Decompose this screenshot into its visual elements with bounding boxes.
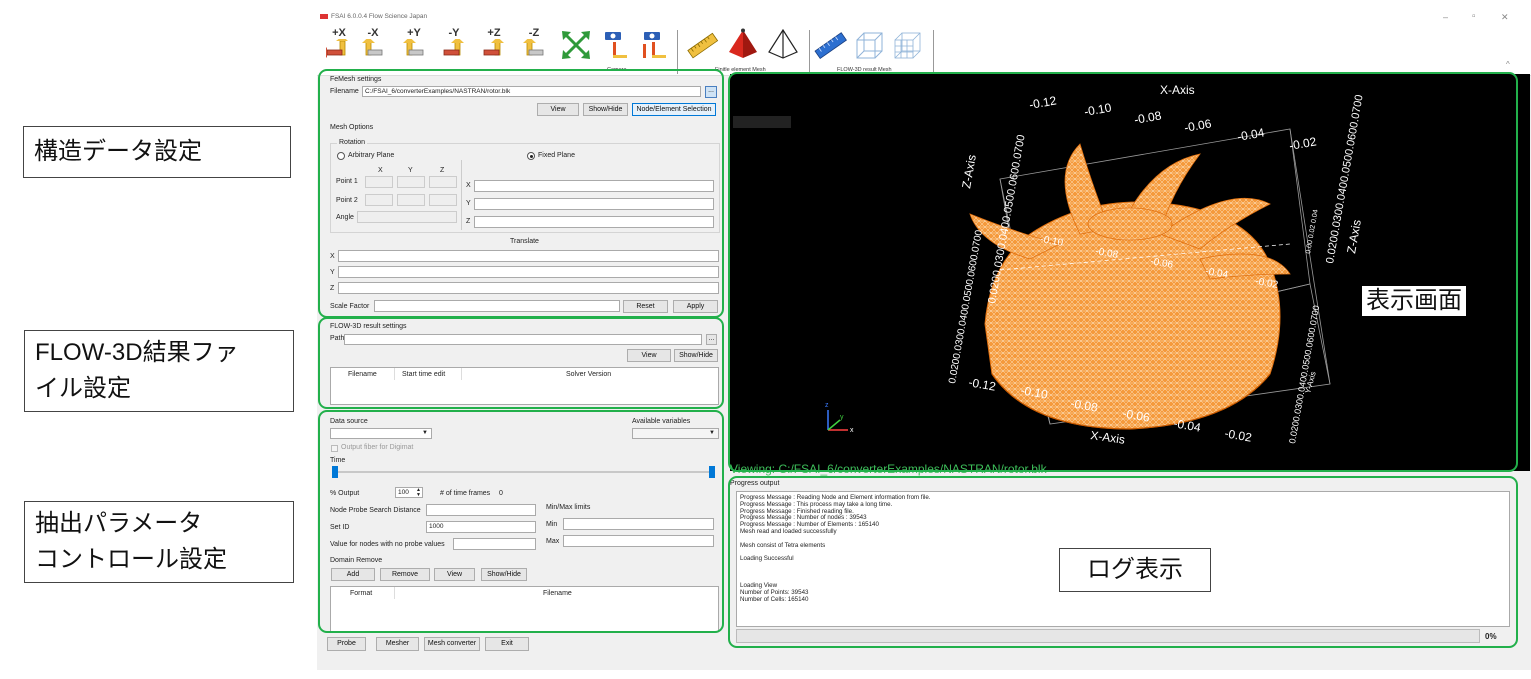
minimize-button[interactable]: –: [1443, 12, 1448, 22]
view-plus-x-button[interactable]: +X: [325, 28, 353, 62]
highlight-extract: [318, 410, 724, 633]
highlight-structure: [318, 69, 724, 318]
camera-axis-icon: [643, 32, 666, 58]
maximize-button[interactable]: ▫: [1472, 11, 1476, 22]
highlight-flow3d: [318, 317, 724, 409]
fe-mesh-solid-button[interactable]: [729, 28, 757, 62]
fit-view-button[interactable]: [562, 30, 590, 64]
close-button[interactable]: ✕: [1501, 12, 1509, 23]
arrow-plus-z-icon: [483, 39, 504, 56]
view-plus-z-button[interactable]: +Z: [480, 28, 508, 62]
title-bar: FSAI 6.0.0.4 Flow Science Japan – ▫ ✕: [317, 10, 1531, 24]
mesh-converter-button[interactable]: Mesh converter: [424, 637, 480, 651]
toolbar-separator-3: [933, 30, 934, 74]
fe-mesh-wire-button[interactable]: [768, 28, 798, 62]
arrow-plus-y-icon: [403, 39, 424, 56]
callout-extract-line2: コントロール設定: [35, 546, 227, 573]
view-minus-x-button[interactable]: -X: [359, 28, 387, 62]
exit-button[interactable]: Exit: [485, 637, 529, 651]
highlight-viewport: [728, 72, 1518, 472]
arrow-plus-x-icon: [326, 39, 348, 58]
arrow-minus-z-icon: [523, 39, 544, 56]
view-minus-z-button[interactable]: -Z: [520, 28, 548, 62]
probe-button[interactable]: Probe: [327, 637, 366, 651]
ruler-button[interactable]: [687, 30, 719, 64]
arrow-minus-y-icon: [443, 39, 464, 56]
ribbon-collapse-icon[interactable]: ^: [1506, 60, 1510, 69]
blue-ruler-icon: [814, 32, 847, 60]
wire-box-icon: [856, 32, 883, 59]
flow-mesh-box-button[interactable]: [855, 30, 883, 64]
app-logo-icon: [320, 14, 328, 19]
window-title: FSAI 6.0.0.4 Flow Science Japan: [331, 13, 428, 20]
camera-reset-button[interactable]: [639, 30, 667, 64]
toolbar-separator: [677, 30, 678, 74]
flow-ruler-button[interactable]: [814, 30, 847, 64]
view-plus-y-button[interactable]: +Y: [400, 28, 428, 62]
view-plus-z-label: +Z: [487, 27, 501, 39]
callout-extract: 抽出パラメータ コントロール設定: [24, 501, 294, 583]
flow-mesh-grid-button[interactable]: [893, 30, 921, 64]
callout-structure: 構造データ設定: [23, 126, 291, 178]
callout-flow3d-line2: イル設定: [35, 375, 131, 402]
red-pyramid-icon: [729, 28, 757, 58]
view-minus-y-button[interactable]: -Y: [440, 28, 468, 62]
toolbar-separator-2: [809, 30, 810, 74]
ruler-icon: [687, 32, 719, 59]
callout-extract-line1: 抽出パラメータ: [35, 510, 203, 537]
view-minus-x-label: -X: [367, 27, 379, 39]
view-minus-z-label: -Z: [528, 27, 540, 39]
arrow-minus-x-icon: [362, 39, 383, 56]
wire-pyramid-icon: [768, 28, 798, 59]
highlight-log: [728, 476, 1518, 648]
mesher-button[interactable]: Mesher: [376, 637, 419, 651]
view-plus-y-label: +Y: [407, 27, 421, 39]
expand-arrows-icon: [562, 31, 590, 59]
view-plus-x-label: +X: [332, 27, 346, 39]
view-minus-y-label: -Y: [448, 27, 460, 39]
callout-flow3d: FLOW-3D結果ファ イル設定: [24, 330, 294, 412]
camera-button[interactable]: [600, 30, 628, 64]
callout-flow3d-line1: FLOW-3D結果ファ: [35, 339, 239, 366]
grid-box-icon: [894, 32, 921, 59]
camera-icon: [605, 32, 627, 58]
